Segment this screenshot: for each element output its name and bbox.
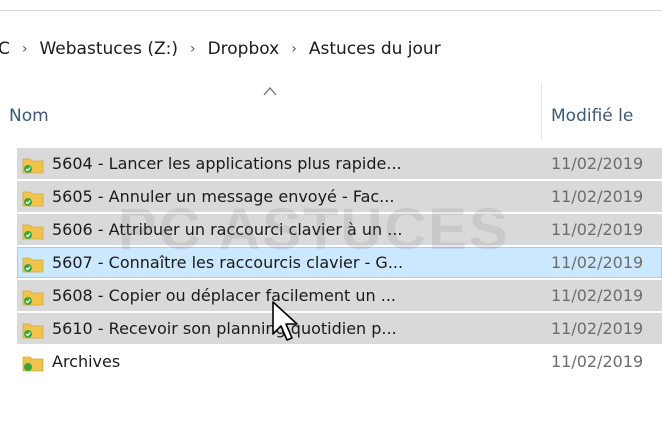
breadcrumb-item-astuces-du-jour[interactable]: Astuces du jour — [309, 39, 441, 59]
breadcrumb-separator-icon: › — [189, 41, 196, 57]
folder-synced-icon — [22, 323, 44, 339]
folder-synced-icon — [22, 224, 44, 240]
column-header-name[interactable]: Nom — [9, 106, 49, 126]
file-row[interactable]: 5604 - Lancer les applications plus rapi… — [17, 148, 662, 179]
file-name: 5606 - Attribuer un raccourci clavier à … — [52, 220, 403, 239]
file-date: 11/02/2019 — [551, 154, 644, 173]
file-list: 5604 - Lancer les applications plus rapi… — [17, 148, 662, 379]
file-row[interactable]: 5605 - Annuler un message envoyé - Fac..… — [17, 181, 662, 212]
file-name: 5610 - Recevoir son planning quotidien p… — [52, 319, 397, 338]
file-name: 5608 - Copier ou déplacer facilement un … — [52, 286, 396, 305]
file-name: 5607 - Connaître les raccourcis clavier … — [52, 253, 404, 272]
breadcrumb-separator-icon: › — [291, 41, 297, 57]
file-date: 11/02/2019 — [551, 286, 644, 305]
folder-synced-icon — [22, 158, 44, 174]
folder-icon — [22, 356, 44, 372]
file-row[interactable]: Archives 11/02/2019 — [17, 346, 662, 377]
file-row-selected[interactable]: 5607 - Connaître les raccourcis clavier … — [17, 247, 662, 278]
breadcrumb-item-dropbox[interactable]: Dropbox — [208, 39, 280, 59]
file-date: 11/02/2019 — [551, 220, 644, 239]
window-top-edge — [0, 0, 662, 11]
file-date: 11/02/2019 — [551, 253, 644, 272]
file-row[interactable]: 5610 - Recevoir son planning quotidien p… — [17, 313, 662, 344]
file-date: 11/02/2019 — [551, 319, 644, 338]
column-header-bar: Nom Modifié le — [0, 82, 662, 140]
breadcrumb: C › Webastuces (Z:) › Dropbox › Astuces … — [0, 31, 662, 67]
column-header-modified[interactable]: Modifié le — [551, 106, 633, 126]
file-row[interactable]: 5606 - Attribuer un raccourci clavier à … — [17, 214, 662, 245]
mouse-cursor-icon — [272, 301, 298, 341]
breadcrumb-separator-icon: › — [21, 41, 28, 57]
folder-synced-icon — [22, 290, 44, 306]
file-date: 11/02/2019 — [551, 187, 644, 206]
chevron-up-icon — [263, 87, 277, 96]
file-name: Archives — [52, 352, 121, 371]
file-name: 5605 - Annuler un message envoyé - Fac..… — [52, 187, 395, 206]
folder-synced-icon — [22, 191, 44, 207]
folder-synced-icon — [22, 257, 44, 273]
breadcrumb-item-c[interactable]: C — [0, 39, 10, 59]
file-row[interactable]: 5608 - Copier ou déplacer facilement un … — [17, 280, 662, 311]
file-date: 11/02/2019 — [551, 352, 644, 371]
file-name: 5604 - Lancer les applications plus rapi… — [52, 154, 402, 173]
breadcrumb-item-webastuces[interactable]: Webastuces (Z:) — [39, 39, 177, 59]
column-divider[interactable] — [541, 82, 542, 140]
